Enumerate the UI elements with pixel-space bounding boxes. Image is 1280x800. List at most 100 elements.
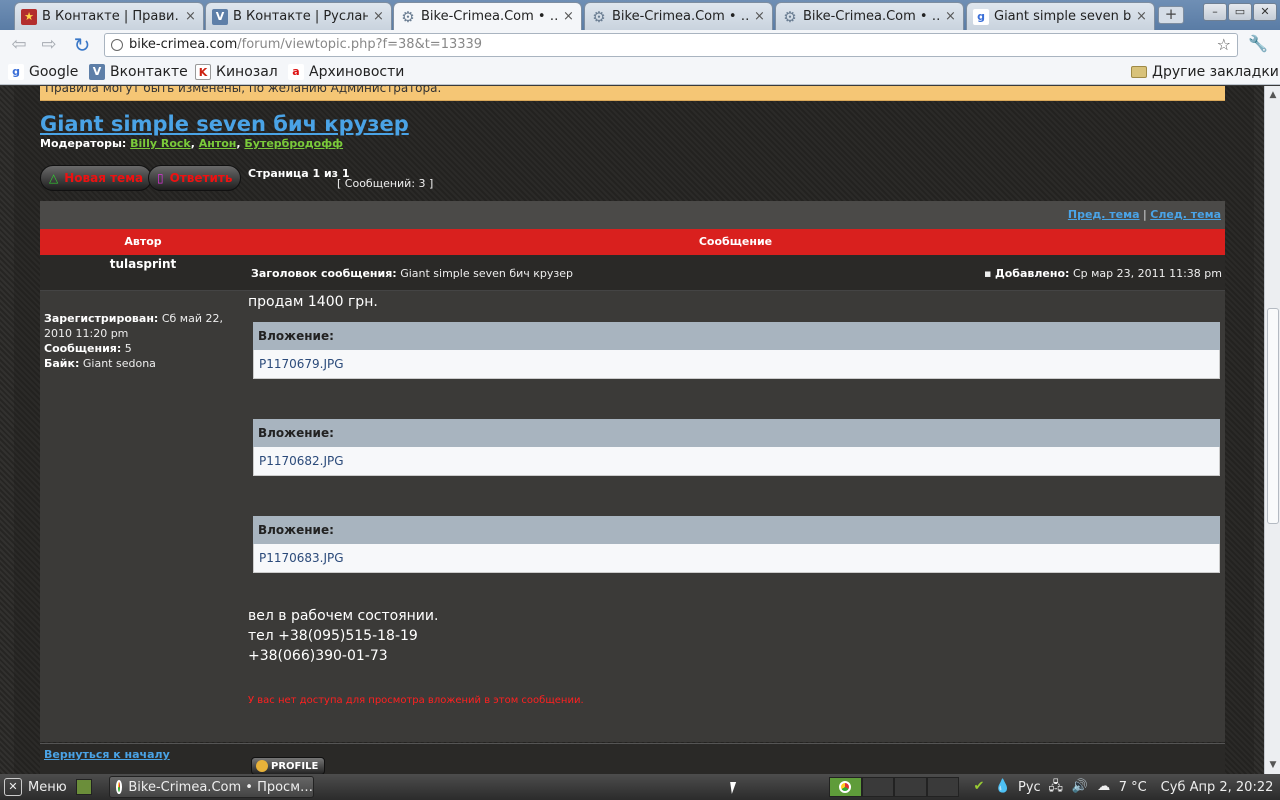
tab-bike-crimea-2[interactable]: ⚙ Bike-Crimea.Com • … × — [584, 2, 773, 30]
chrome-icon — [116, 780, 123, 794]
tab-label: Bike-Crimea.Com • … — [803, 9, 940, 24]
messages-label: Сообщения: — [44, 342, 122, 355]
volume-icon[interactable]: 🔊 — [1071, 778, 1089, 796]
posted-label: Добавлено: — [994, 267, 1070, 280]
taskbar-window-item[interactable]: Bike-Crimea.Com • Просм… — [109, 776, 314, 798]
subject-text: Giant simple seven бич крузер — [400, 267, 574, 280]
bookmark-google[interactable]: g Google — [8, 63, 78, 81]
post-body: Зарегистрирован: Сб май 22, 2010 11:20 p… — [40, 291, 1225, 742]
other-bookmarks[interactable]: Другие закладки — [1131, 63, 1279, 81]
kinozal-icon: K — [195, 64, 211, 80]
maximize-button[interactable]: ▭ — [1228, 3, 1252, 21]
attachment-file[interactable]: P1170679.JPG — [253, 350, 1220, 379]
attachment-box: Вложение: P1170679.JPG — [253, 322, 1220, 379]
workspace-pager[interactable] — [829, 777, 959, 797]
tab-label: Bike-Crimea.Com • … — [421, 9, 558, 24]
post-author[interactable]: tulasprint — [40, 257, 246, 271]
bookmark-kinozal[interactable]: K Кинозал — [195, 63, 278, 81]
tab-bike-crimea-3[interactable]: ⚙ Bike-Crimea.Com • … × — [775, 2, 964, 30]
moderator-link[interactable]: Бутербродофф — [244, 137, 343, 150]
temperature: 7 °C — [1118, 779, 1147, 795]
google-icon: g — [973, 8, 989, 25]
profile-label: PROFILE — [271, 760, 319, 772]
post-link-icon[interactable]: ▪ — [984, 267, 991, 280]
network-icon[interactable]: 🖧 — [1047, 778, 1065, 796]
attachment-file[interactable]: P1170683.JPG — [253, 544, 1220, 573]
clock[interactable]: Суб Апр 2, 20:22 — [1161, 780, 1274, 795]
bike-row: Байк: Giant sedona — [44, 356, 244, 371]
new-tab-button[interactable]: + — [1158, 6, 1184, 24]
reply-button[interactable]: ▯ Ответить — [148, 165, 242, 191]
keyboard-layout[interactable]: Рус — [1018, 780, 1041, 795]
workspace-3[interactable] — [894, 777, 927, 797]
new-topic-button[interactable]: △ Новая тема — [40, 165, 153, 191]
scroll-up-icon[interactable]: ▲ — [1265, 88, 1280, 102]
no-access-notice: У вас нет доступа для просмотра вложений… — [248, 695, 584, 706]
close-icon[interactable]: × — [563, 9, 575, 24]
column-author: Автор — [124, 235, 162, 248]
reload-icon[interactable]: ↻ — [71, 34, 93, 56]
bookmark-label: Google — [29, 64, 79, 80]
minimize-button[interactable]: – — [1203, 3, 1227, 21]
attachment-label: Вложение: — [253, 516, 1220, 544]
scroll-down-icon[interactable]: ▼ — [1265, 758, 1280, 772]
bookmark-label: Кинозал — [216, 64, 278, 80]
bookmark-star-icon[interactable]: ☆ — [1217, 34, 1231, 56]
weather-cloud-icon: ☁ — [1097, 779, 1111, 794]
tab-vk-ruslan[interactable]: V В Контакте | Руслан… × — [205, 2, 392, 30]
bookmark-vkontakte[interactable]: V Вконтакте — [89, 63, 188, 81]
tab-vk-rules[interactable]: ★ В Контакте | Прави… × — [14, 2, 204, 30]
topic-title[interactable]: Giant simple seven бич крузер — [40, 112, 409, 136]
drop-icon[interactable]: 💧 — [994, 778, 1012, 796]
start-menu-button[interactable]: ✕ Меню — [4, 778, 67, 796]
close-icon[interactable]: × — [754, 9, 766, 24]
user-icon — [256, 760, 268, 772]
workspace-2[interactable] — [861, 777, 894, 797]
close-window-button[interactable]: ✕ — [1253, 3, 1277, 21]
wrench-icon[interactable]: 🔧 — [1248, 34, 1268, 53]
back-to-top-link[interactable]: Вернуться к началу — [44, 748, 170, 761]
post-text-intro: продам 1400 грн. — [248, 294, 378, 310]
gear-icon: ⚙ — [783, 7, 797, 26]
close-icon[interactable]: × — [373, 9, 385, 24]
show-desktop-icon[interactable] — [76, 779, 92, 795]
workspace-1[interactable] — [829, 777, 862, 797]
bookmark-arhinovosti[interactable]: a Архиновости — [288, 63, 404, 81]
tab-label: В Контакте | Руслан… — [233, 9, 368, 24]
forward-arrow-icon[interactable]: ⇨ — [38, 34, 60, 56]
rules-notice: Правила могут быть изменены, по желанию … — [40, 86, 1225, 101]
moderator-link[interactable]: Антон — [199, 137, 237, 150]
page-viewport: Правила могут быть изменены, по желанию … — [0, 86, 1264, 774]
attachment-file[interactable]: P1170682.JPG — [253, 447, 1220, 476]
arhinovosti-icon: a — [288, 64, 304, 80]
attachment-box: Вложение: P1170682.JPG — [253, 419, 1220, 476]
next-topic-link[interactable]: След. тема — [1150, 208, 1221, 221]
close-icon[interactable]: × — [1136, 9, 1148, 24]
bookmark-label: Вконтакте — [110, 64, 188, 80]
tab-bike-crimea-active[interactable]: ⚙ Bike-Crimea.Com • … × — [393, 2, 582, 30]
reply-icon: ▯ — [157, 171, 164, 185]
tab-label: В Контакте | Прави… — [42, 9, 180, 24]
post-text-line: тел +38(095)515-18-19 — [248, 628, 418, 644]
system-tray: ✔ 💧 Рус 🖧 🔊 ☁ 7 °C Суб Апр 2, 20:22 — [970, 778, 1274, 796]
reply-label: Ответить — [169, 171, 233, 185]
vk-icon: V — [89, 64, 105, 80]
close-icon[interactable]: × — [185, 9, 197, 24]
post-subject: Заголовок сообщения: Giant simple seven … — [251, 267, 573, 280]
tab-strip: ★ В Контакте | Прави… × V В Контакте | Р… — [0, 0, 1280, 30]
moderator-link[interactable]: Billy Rock — [130, 137, 191, 150]
bike-value: Giant sedona — [82, 357, 156, 370]
close-icon[interactable]: × — [945, 9, 957, 24]
attachment-label: Вложение: — [253, 322, 1220, 350]
column-message: Сообщение — [698, 235, 773, 248]
workspace-4[interactable] — [926, 777, 959, 797]
shield-check-icon[interactable]: ✔ — [970, 778, 988, 796]
tab-giant-google[interactable]: g Giant simple seven b… × — [966, 2, 1155, 30]
scroll-thumb[interactable] — [1267, 308, 1279, 524]
profile-button[interactable]: PROFILE — [251, 757, 325, 774]
vertical-scrollbar[interactable]: ▲ ▼ — [1264, 86, 1280, 774]
new-topic-label: Новая тема — [64, 171, 144, 185]
back-arrow-icon[interactable]: ⇦ — [8, 34, 30, 56]
address-bar[interactable]: bike-crimea.com/forum/viewtopic.php?f=38… — [104, 33, 1238, 57]
prev-topic-link[interactable]: Пред. тема — [1068, 208, 1140, 221]
